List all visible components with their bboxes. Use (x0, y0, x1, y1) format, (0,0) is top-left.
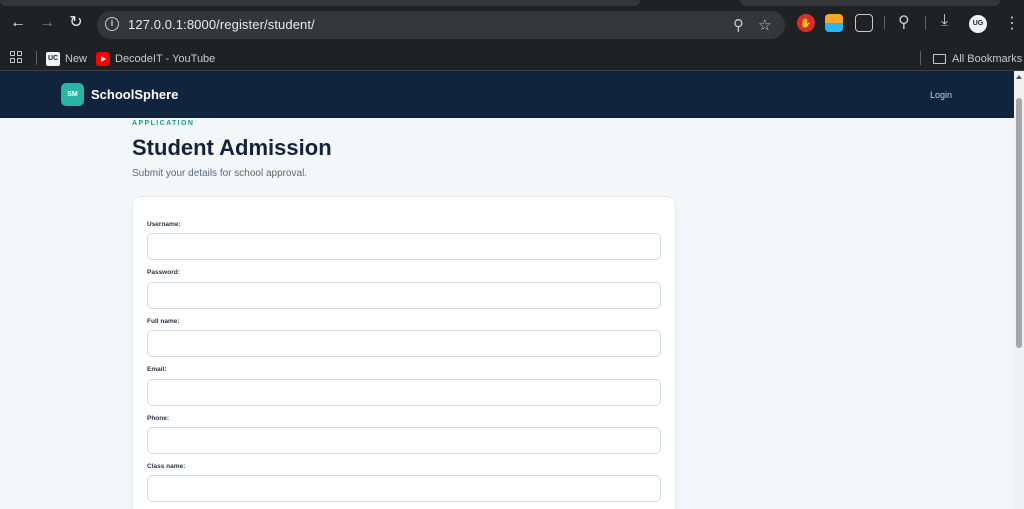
forward-icon[interactable]: → (37, 13, 57, 33)
toolbar-divider (925, 16, 926, 30)
full-name-field[interactable] (147, 330, 661, 357)
bookmark-label: New (65, 52, 88, 65)
app-header: SM SchoolSphere Login (0, 71, 1014, 118)
full-name-label: Full name: (147, 318, 180, 325)
apps-grid-icon[interactable] (10, 51, 22, 63)
incognito-icon[interactable]: ⚲ (898, 12, 910, 32)
bookmark-label: DecodeIT - YouTube (115, 52, 216, 65)
username-label: Username: (147, 221, 181, 228)
youtube-icon (96, 51, 110, 66)
download-icon[interactable]: ⤓ (941, 12, 948, 30)
class-name-label: Class name: (147, 463, 186, 470)
url-text: 127.0.0.1:8000/register/student/ (128, 17, 315, 32)
bookmarks-divider (920, 51, 921, 65)
info-icon[interactable]: i (105, 17, 119, 31)
section-eyebrow: APPLICATION (132, 120, 195, 127)
zoom-icon[interactable]: ⚲ (733, 16, 744, 34)
address-bar[interactable]: i 127.0.0.1:8000/register/student/ ⚲ ☆ (97, 11, 785, 39)
all-bookmarks-label: All Bookmarks (952, 52, 1023, 65)
uc-icon: UC (46, 51, 60, 66)
reload-icon[interactable]: ↻ (66, 13, 86, 33)
back-icon[interactable]: ← (8, 13, 28, 33)
all-bookmarks[interactable]: All Bookmarks (933, 46, 1022, 71)
page-subtitle: Submit your details for school approval. (132, 168, 308, 179)
toolbar-divider (884, 16, 885, 30)
class-name-field[interactable] (147, 475, 661, 502)
password-field[interactable] (147, 282, 661, 309)
phone-label: Phone: (147, 415, 170, 422)
tab-strip-right (740, 0, 1000, 6)
password-label: Password: (147, 269, 180, 276)
tag-extension-icon[interactable] (825, 14, 843, 32)
brand-name[interactable]: SchoolSphere (91, 87, 178, 102)
puzzle-icon[interactable] (855, 14, 873, 32)
logo-badge[interactable]: SM (61, 83, 84, 106)
bookmarks-bar: UC New DecodeIT - YouTube All Bookmarks (0, 46, 1024, 71)
folder-icon (933, 53, 946, 64)
scroll-thumb[interactable] (1016, 98, 1022, 348)
scroll-up-arrow-icon[interactable] (1016, 75, 1022, 79)
kebab-icon[interactable]: ⋮ (1004, 13, 1020, 33)
email-label: Email: (147, 366, 167, 373)
star-icon[interactable]: ☆ (758, 16, 771, 34)
page-title: Student Admission (132, 135, 332, 160)
bookmark-new[interactable]: UC New (46, 46, 87, 71)
profile-avatar[interactable]: UG (969, 15, 987, 33)
phone-field[interactable] (147, 427, 661, 454)
bookmark-youtube[interactable]: DecodeIT - YouTube (96, 46, 215, 71)
stop-extension-icon[interactable]: ✋ (797, 14, 815, 32)
bookmarks-divider (36, 51, 37, 65)
email-field[interactable] (147, 379, 661, 406)
username-field[interactable] (147, 233, 661, 260)
tab-strip (0, 0, 640, 6)
login-link[interactable]: Login (930, 90, 952, 100)
browser-toolbar: ← → ↻ i 127.0.0.1:8000/register/student/… (0, 0, 1024, 46)
